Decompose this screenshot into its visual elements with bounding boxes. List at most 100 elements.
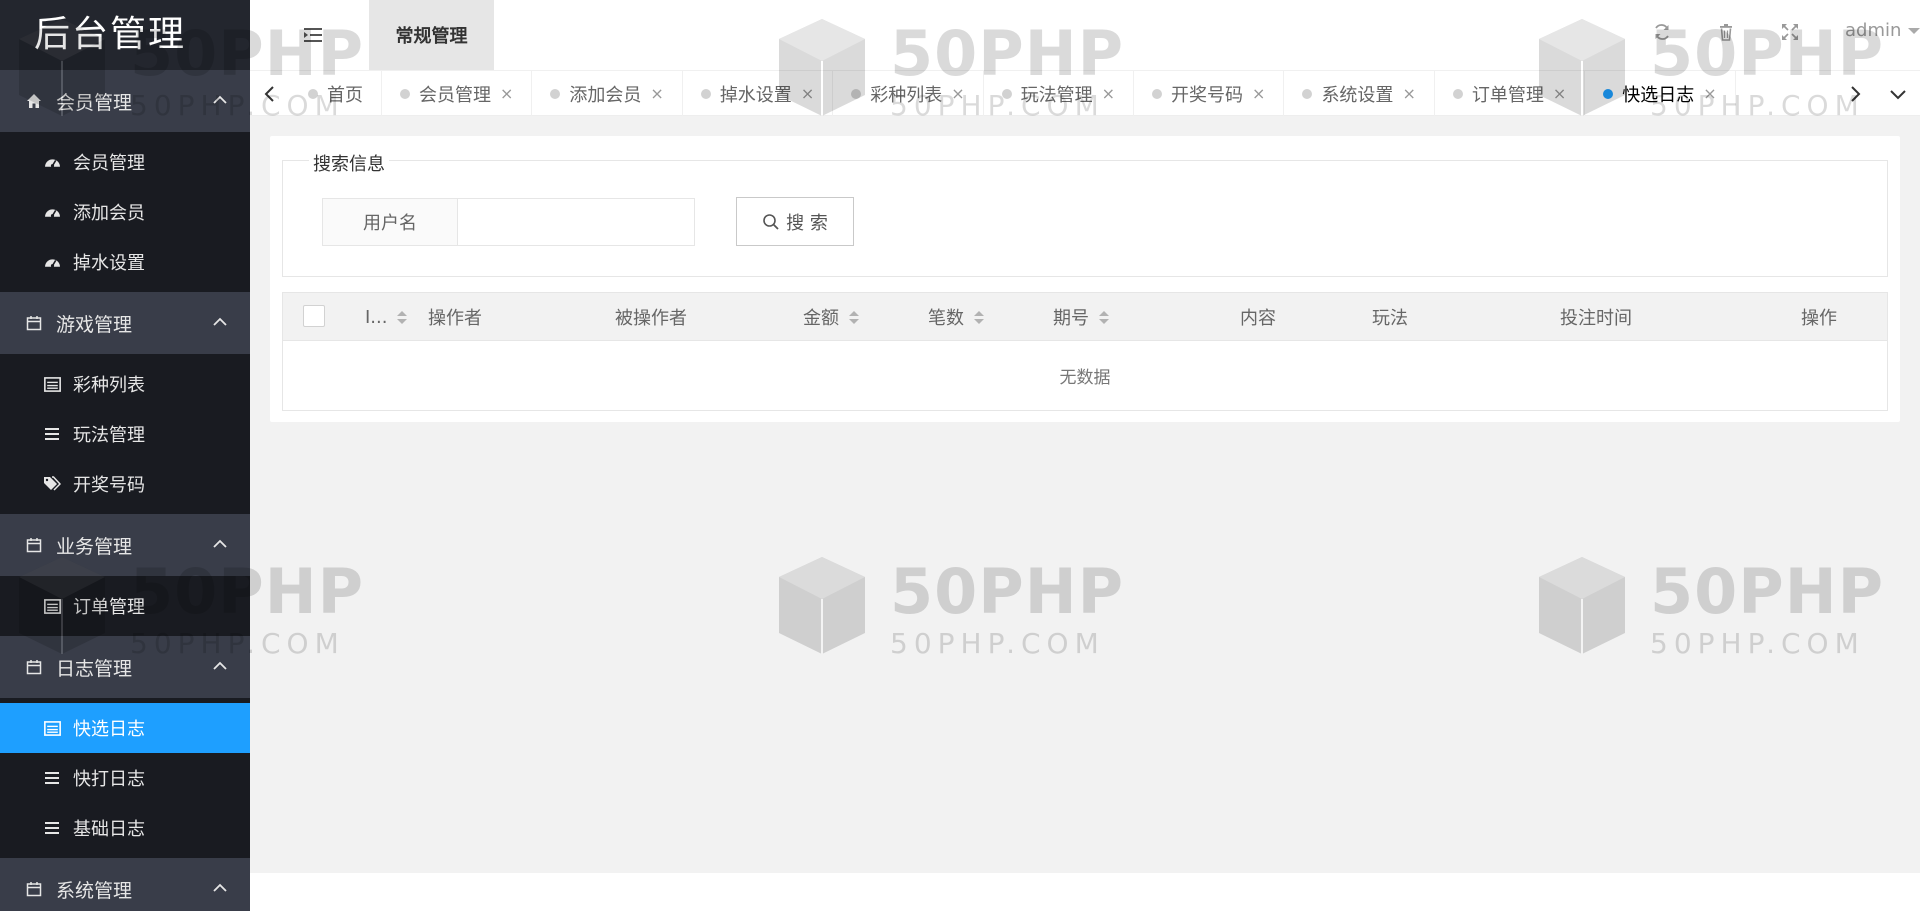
bars-icon xyxy=(43,769,61,787)
tab-dropdown-button[interactable] xyxy=(1875,71,1920,116)
refresh-icon[interactable] xyxy=(1652,22,1672,42)
bars-icon xyxy=(43,425,61,443)
sidebar-item-label: 玩法管理 xyxy=(73,425,145,446)
chevron-right-icon xyxy=(1851,85,1861,102)
tab-label: 掉水设置 xyxy=(719,84,792,106)
tab-order-manage[interactable]: 订单管理 × xyxy=(1435,71,1586,116)
tab-label: 玩法管理 xyxy=(1020,84,1093,106)
close-icon[interactable]: × xyxy=(650,84,663,103)
chevron-up-icon xyxy=(213,317,227,326)
sidebar-item-quick-bet-log[interactable]: 快打日志 xyxy=(0,753,250,803)
close-icon[interactable]: × xyxy=(1102,84,1115,103)
sidebar-group-label: 会员管理 xyxy=(56,91,133,114)
close-icon[interactable]: × xyxy=(1703,84,1716,103)
dashboard-icon xyxy=(43,253,61,271)
column-header-amount[interactable]: 金额 xyxy=(803,293,859,341)
tab-label: 系统设置 xyxy=(1321,84,1394,106)
chevron-up-icon xyxy=(213,883,227,892)
column-header-count[interactable]: 笔数 xyxy=(928,293,984,341)
table-header: I... 操作者 被操作者 金额 笔数 期号 内容 玩法 投注时间 操作 xyxy=(283,293,1887,341)
sidebar-item-label: 彩种列表 xyxy=(73,375,145,396)
page-tab-bar: 首页 会员管理 × 添加会员 × 掉水设置 × 彩种列表 × 玩法管理 × 开奖… xyxy=(250,70,1920,116)
tab-dot-icon xyxy=(1302,88,1313,99)
select-all-checkbox[interactable] xyxy=(303,305,325,327)
sidebar-group-business[interactable]: 业务管理 xyxy=(0,514,250,576)
chevron-left-icon xyxy=(264,85,274,102)
sidebar-group-member[interactable]: 会员管理 xyxy=(0,70,250,132)
close-icon[interactable]: × xyxy=(951,84,964,103)
chevron-up-icon xyxy=(213,539,227,548)
menu-fold-icon[interactable] xyxy=(302,25,324,45)
sidebar-item-label: 订单管理 xyxy=(73,597,145,618)
tab-play-manage[interactable]: 玩法管理 × xyxy=(984,71,1135,116)
dashboard-icon xyxy=(43,153,61,171)
sidebar-group-system[interactable]: 系统管理 xyxy=(0,858,250,911)
sidebar-item-drop-settings[interactable]: 掉水设置 xyxy=(0,237,250,287)
tab-scroll-right-button[interactable] xyxy=(1835,71,1875,116)
sidebar-item-order-manage[interactable]: 订单管理 xyxy=(0,581,250,631)
tab-dot-icon xyxy=(550,88,561,99)
tab-member-manage[interactable]: 会员管理 × xyxy=(382,71,533,116)
close-icon[interactable]: × xyxy=(1553,84,1566,103)
column-header-id[interactable]: I... xyxy=(365,293,408,341)
sort-icon[interactable] xyxy=(849,310,859,324)
sidebar-group-game[interactable]: 游戏管理 xyxy=(0,292,250,354)
app-logo-title: 后台管理 xyxy=(0,0,250,70)
sidebar-item-label: 添加会员 xyxy=(73,203,145,224)
sidebar-item-add-member[interactable]: 添加会员 xyxy=(0,187,250,237)
sort-icon[interactable] xyxy=(974,310,984,324)
log-table: I... 操作者 被操作者 金额 笔数 期号 内容 玩法 投注时间 操作 无数据 xyxy=(282,292,1888,411)
sort-icon[interactable] xyxy=(397,310,408,324)
tab-label: 会员管理 xyxy=(419,84,491,106)
trash-icon[interactable] xyxy=(1716,22,1736,42)
sidebar-item-label: 快选日志 xyxy=(73,719,145,740)
sidebar-item-label: 掉水设置 xyxy=(73,253,145,274)
tab-label: 订单管理 xyxy=(1471,84,1544,106)
list-alt-icon xyxy=(43,375,61,393)
tab-list: 首页 会员管理 × 添加会员 × 掉水设置 × 彩种列表 × 玩法管理 × 开奖… xyxy=(290,71,1835,116)
sidebar-item-draw-numbers[interactable]: 开奖号码 xyxy=(0,459,250,509)
chevron-down-icon xyxy=(1889,89,1906,99)
close-icon[interactable]: × xyxy=(1402,84,1415,103)
tab-lottery-list[interactable]: 彩种列表 × xyxy=(833,71,984,116)
fullscreen-icon[interactable] xyxy=(1780,22,1800,42)
sidebar-item-basic-log[interactable]: 基础日志 xyxy=(0,803,250,853)
column-label: 金额 xyxy=(803,308,839,329)
column-header-period[interactable]: 期号 xyxy=(1053,293,1109,341)
sidebar-item-quick-select-log[interactable]: 快选日志 xyxy=(0,703,250,753)
column-header-play: 玩法 xyxy=(1372,293,1408,341)
sidebar-group-items: 会员管理 添加会员 掉水设置 xyxy=(0,132,250,292)
username-input[interactable] xyxy=(458,199,694,245)
tab-label: 开奖号码 xyxy=(1171,84,1244,106)
column-label: 内容 xyxy=(1240,308,1276,329)
close-icon[interactable]: × xyxy=(1252,84,1265,103)
tab-system-settings[interactable]: 系统设置 × xyxy=(1284,71,1435,116)
close-icon[interactable]: × xyxy=(500,84,513,103)
tab-add-member[interactable]: 添加会员 × xyxy=(532,71,683,116)
top-menu-tab-general[interactable]: 常规管理 xyxy=(369,0,494,70)
search-button[interactable]: 搜 索 xyxy=(736,197,854,246)
column-label: 投注时间 xyxy=(1560,308,1632,329)
sidebar-item-lottery-list[interactable]: 彩种列表 xyxy=(0,359,250,409)
sidebar-item-member-manage[interactable]: 会员管理 xyxy=(0,137,250,187)
sidebar-group-label: 业务管理 xyxy=(56,535,133,558)
sidebar-group-logs[interactable]: 日志管理 xyxy=(0,636,250,698)
bars-icon xyxy=(43,819,61,837)
column-label: 玩法 xyxy=(1372,308,1408,329)
column-label: I... xyxy=(365,306,388,328)
tab-quick-select-log[interactable]: 快选日志 × xyxy=(1585,71,1736,116)
sidebar-item-play-manage[interactable]: 玩法管理 xyxy=(0,409,250,459)
user-menu[interactable]: admin xyxy=(1845,20,1920,41)
sort-icon[interactable] xyxy=(1099,310,1109,324)
tab-scroll-left-button[interactable] xyxy=(250,71,290,116)
sidebar-group-items: 快选日志 快打日志 基础日志 xyxy=(0,698,250,858)
tags-icon xyxy=(43,475,61,493)
tab-draw-numbers[interactable]: 开奖号码 × xyxy=(1134,71,1285,116)
close-icon[interactable]: × xyxy=(801,84,814,103)
column-label: 期号 xyxy=(1053,308,1089,329)
username-input-group: 用户名 xyxy=(322,198,695,246)
tab-dot-icon xyxy=(1603,88,1614,99)
tab-drop-settings[interactable]: 掉水设置 × xyxy=(683,71,834,116)
tab-home[interactable]: 首页 xyxy=(290,71,382,116)
column-header-target: 被操作者 xyxy=(615,293,687,341)
